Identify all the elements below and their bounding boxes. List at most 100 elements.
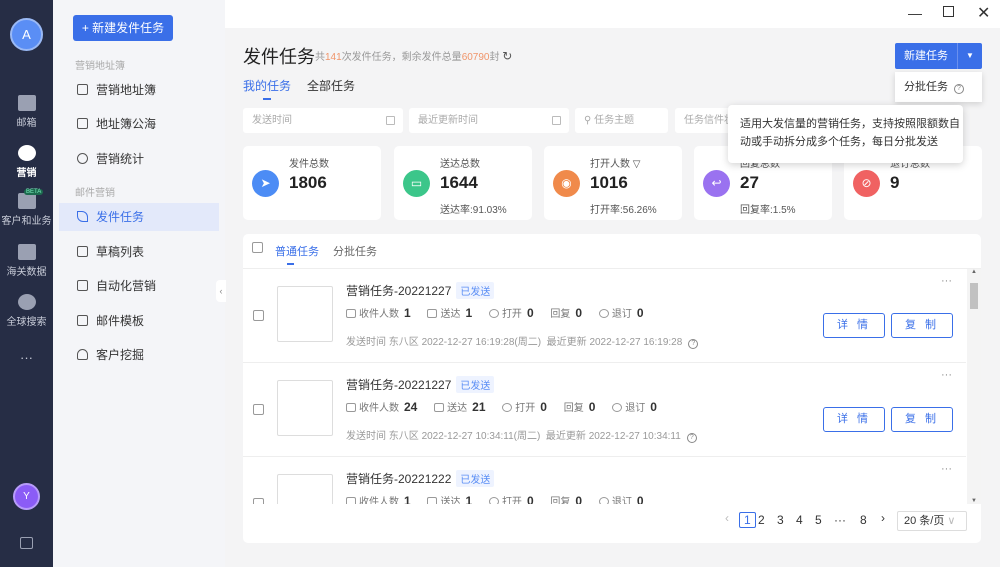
- scroll-up-icon[interactable]: ▲: [967, 269, 981, 275]
- scrollbar[interactable]: ▲ ▼: [967, 269, 981, 504]
- collapse-sidebar-button[interactable]: ‹: [216, 280, 226, 302]
- eye-icon: [488, 309, 499, 318]
- chevron-down-icon[interactable]: ▼: [957, 43, 982, 69]
- page-2[interactable]: 2: [758, 513, 765, 527]
- task-list: 营销任务-20221227 已发送 收件人数 1 送达 1 打开 0 回复 0 退订 0 发…: [243, 269, 966, 504]
- sidebar-item-mining[interactable]: 客户挖掘: [59, 341, 219, 369]
- row-checkbox[interactable]: [253, 404, 264, 415]
- batch-task-menu-item[interactable]: 分批任务?: [895, 72, 982, 102]
- email-thumbnail[interactable]: [277, 380, 333, 436]
- task-list-panel: 普通任务 分批任务 营销任务-20221227 已发送 收件人数 1 送达 1 打开 0 …: [243, 234, 981, 543]
- tab-batch[interactable]: 分批任务: [333, 246, 377, 258]
- status-badge: 已发送: [456, 470, 495, 487]
- layout-icon[interactable]: [20, 537, 33, 549]
- t: 退订: [611, 497, 632, 504]
- pagination-ellipsis[interactable]: ···: [834, 513, 846, 527]
- calendar-icon: [552, 116, 561, 125]
- scroll-down-icon[interactable]: ▼: [967, 498, 981, 504]
- new-send-task-button[interactable]: + 新建发件任务: [73, 15, 173, 41]
- maximize-icon[interactable]: [943, 6, 954, 17]
- row-checkbox[interactable]: [253, 310, 264, 321]
- v: 0: [650, 400, 657, 414]
- new-task-button[interactable]: 新建任务 ▼: [895, 43, 982, 69]
- nav-mail[interactable]: 邮箱: [0, 95, 53, 129]
- status-filter[interactable]: 任务信件状: [675, 108, 735, 133]
- globe-icon: [17, 294, 36, 310]
- nav-label: 全球搜索: [6, 317, 47, 328]
- filter-icon[interactable]: ▽: [633, 159, 641, 170]
- sidebar-item-templates[interactable]: 邮件模板: [59, 307, 219, 335]
- stat-label: 发件总数: [289, 159, 329, 170]
- update-time-filter[interactable]: 最近更新时间: [409, 108, 569, 133]
- more-icon[interactable]: ···: [941, 275, 952, 287]
- beta-badge: BETA: [24, 189, 44, 195]
- nav-customers[interactable]: BETA 客户和业务: [0, 189, 53, 227]
- minimize-icon[interactable]: —: [908, 5, 922, 21]
- send-icon: ➤: [252, 170, 279, 197]
- tab-normal[interactable]: 普通任务: [275, 246, 319, 258]
- task-name[interactable]: 营销任务-20221227 已发送: [346, 376, 495, 393]
- copy-button[interactable]: 复 制: [891, 313, 953, 338]
- t: 回复: [563, 403, 584, 414]
- refresh-icon[interactable]: ↻: [502, 49, 512, 63]
- prev-page-icon[interactable]: ‹: [725, 511, 729, 525]
- v: 2022-12-27 16:19:28(周二): [421, 337, 542, 348]
- eye-icon: [502, 403, 513, 412]
- sidebar-item-automation[interactable]: 自动化营销: [59, 272, 219, 300]
- email-thumbnail[interactable]: [277, 286, 333, 342]
- v: 0: [588, 400, 596, 414]
- page-1[interactable]: 1: [739, 512, 756, 528]
- task-name[interactable]: 营销任务-20221222 已发送: [346, 470, 495, 487]
- close-icon[interactable]: ✕: [977, 3, 990, 23]
- sidebar-item-send-tasks[interactable]: 发件任务: [59, 203, 219, 231]
- help-icon[interactable]: ?: [688, 339, 699, 349]
- v: 2022-12-27 10:34:11: [588, 431, 681, 442]
- label: 自动化营销: [96, 279, 157, 293]
- tab-my-tasks[interactable]: 我的任务: [243, 79, 291, 93]
- more-icon[interactable]: ···: [941, 463, 952, 475]
- more-icon[interactable]: ···: [941, 369, 952, 381]
- page-4[interactable]: 4: [796, 513, 803, 527]
- task-metrics: 收件人数 1 送达 1 打开 0 回复 0 退订 0: [346, 305, 658, 320]
- flow-icon: [77, 280, 88, 291]
- unsubscribe-icon: [612, 403, 623, 412]
- stat-card-opened: ◉ 打开人数 ▽ 1016 打开率:56.26%: [544, 146, 682, 220]
- select-all-checkbox[interactable]: [252, 242, 263, 253]
- task-row: 营销任务-20221222 已发送 收件人数 1 送达 1 打开 0 回复 0 退订 0 ·…: [243, 457, 966, 504]
- page-8[interactable]: 8: [860, 513, 867, 527]
- task-name[interactable]: 营销任务-20221227 已发送: [346, 282, 495, 299]
- stat-value: 9: [890, 173, 900, 192]
- scrollbar-thumb[interactable]: [970, 283, 978, 309]
- page-size-select[interactable]: 20 条/页 ∨: [897, 511, 967, 531]
- page-5[interactable]: 5: [815, 513, 822, 527]
- unsubscribe-icon: ⊘: [853, 170, 880, 197]
- help-icon[interactable]: ?: [686, 433, 697, 443]
- nav-global-search[interactable]: 全球搜索: [0, 294, 53, 328]
- inbox-icon: [77, 118, 88, 129]
- email-thumbnail[interactable]: [277, 474, 333, 504]
- t: 打开人数: [590, 159, 630, 170]
- tab-all-tasks[interactable]: 全部任务: [307, 79, 355, 93]
- template-icon: [77, 315, 88, 326]
- label: 客户挖掘: [96, 348, 145, 362]
- next-page-icon[interactable]: ›: [881, 511, 885, 525]
- mail-icon: [346, 403, 356, 412]
- page-3[interactable]: 3: [777, 513, 784, 527]
- sidebar-item-public-pool[interactable]: 地址簿公海: [59, 110, 219, 138]
- sidebar-item-stats[interactable]: 营销统计: [59, 145, 219, 173]
- row-checkbox[interactable]: [253, 498, 264, 504]
- help-icon[interactable]: ?: [954, 84, 964, 94]
- nav-marketing[interactable]: 营销: [0, 145, 53, 179]
- subject-search-input[interactable]: ⚲ 任务主题: [575, 108, 668, 133]
- detail-button[interactable]: 详 情: [823, 407, 885, 432]
- nav-more[interactable]: ···: [0, 350, 53, 365]
- user-avatar[interactable]: A: [10, 18, 43, 51]
- sidebar-item-address-book[interactable]: 营销地址簿: [59, 76, 219, 104]
- nav-customs[interactable]: 海关数据: [0, 244, 53, 278]
- sidebar-item-drafts[interactable]: 草稿列表: [59, 238, 219, 266]
- batch-task-tooltip: 适用大发信量的营销任务，支持按照限额数自动或手动拆分成多个任务，每日分批发送: [728, 105, 963, 163]
- copy-button[interactable]: 复 制: [891, 407, 953, 432]
- detail-button[interactable]: 详 情: [823, 313, 885, 338]
- send-time-filter[interactable]: 发送时间: [243, 108, 403, 133]
- bottom-avatar[interactable]: Y: [13, 483, 40, 510]
